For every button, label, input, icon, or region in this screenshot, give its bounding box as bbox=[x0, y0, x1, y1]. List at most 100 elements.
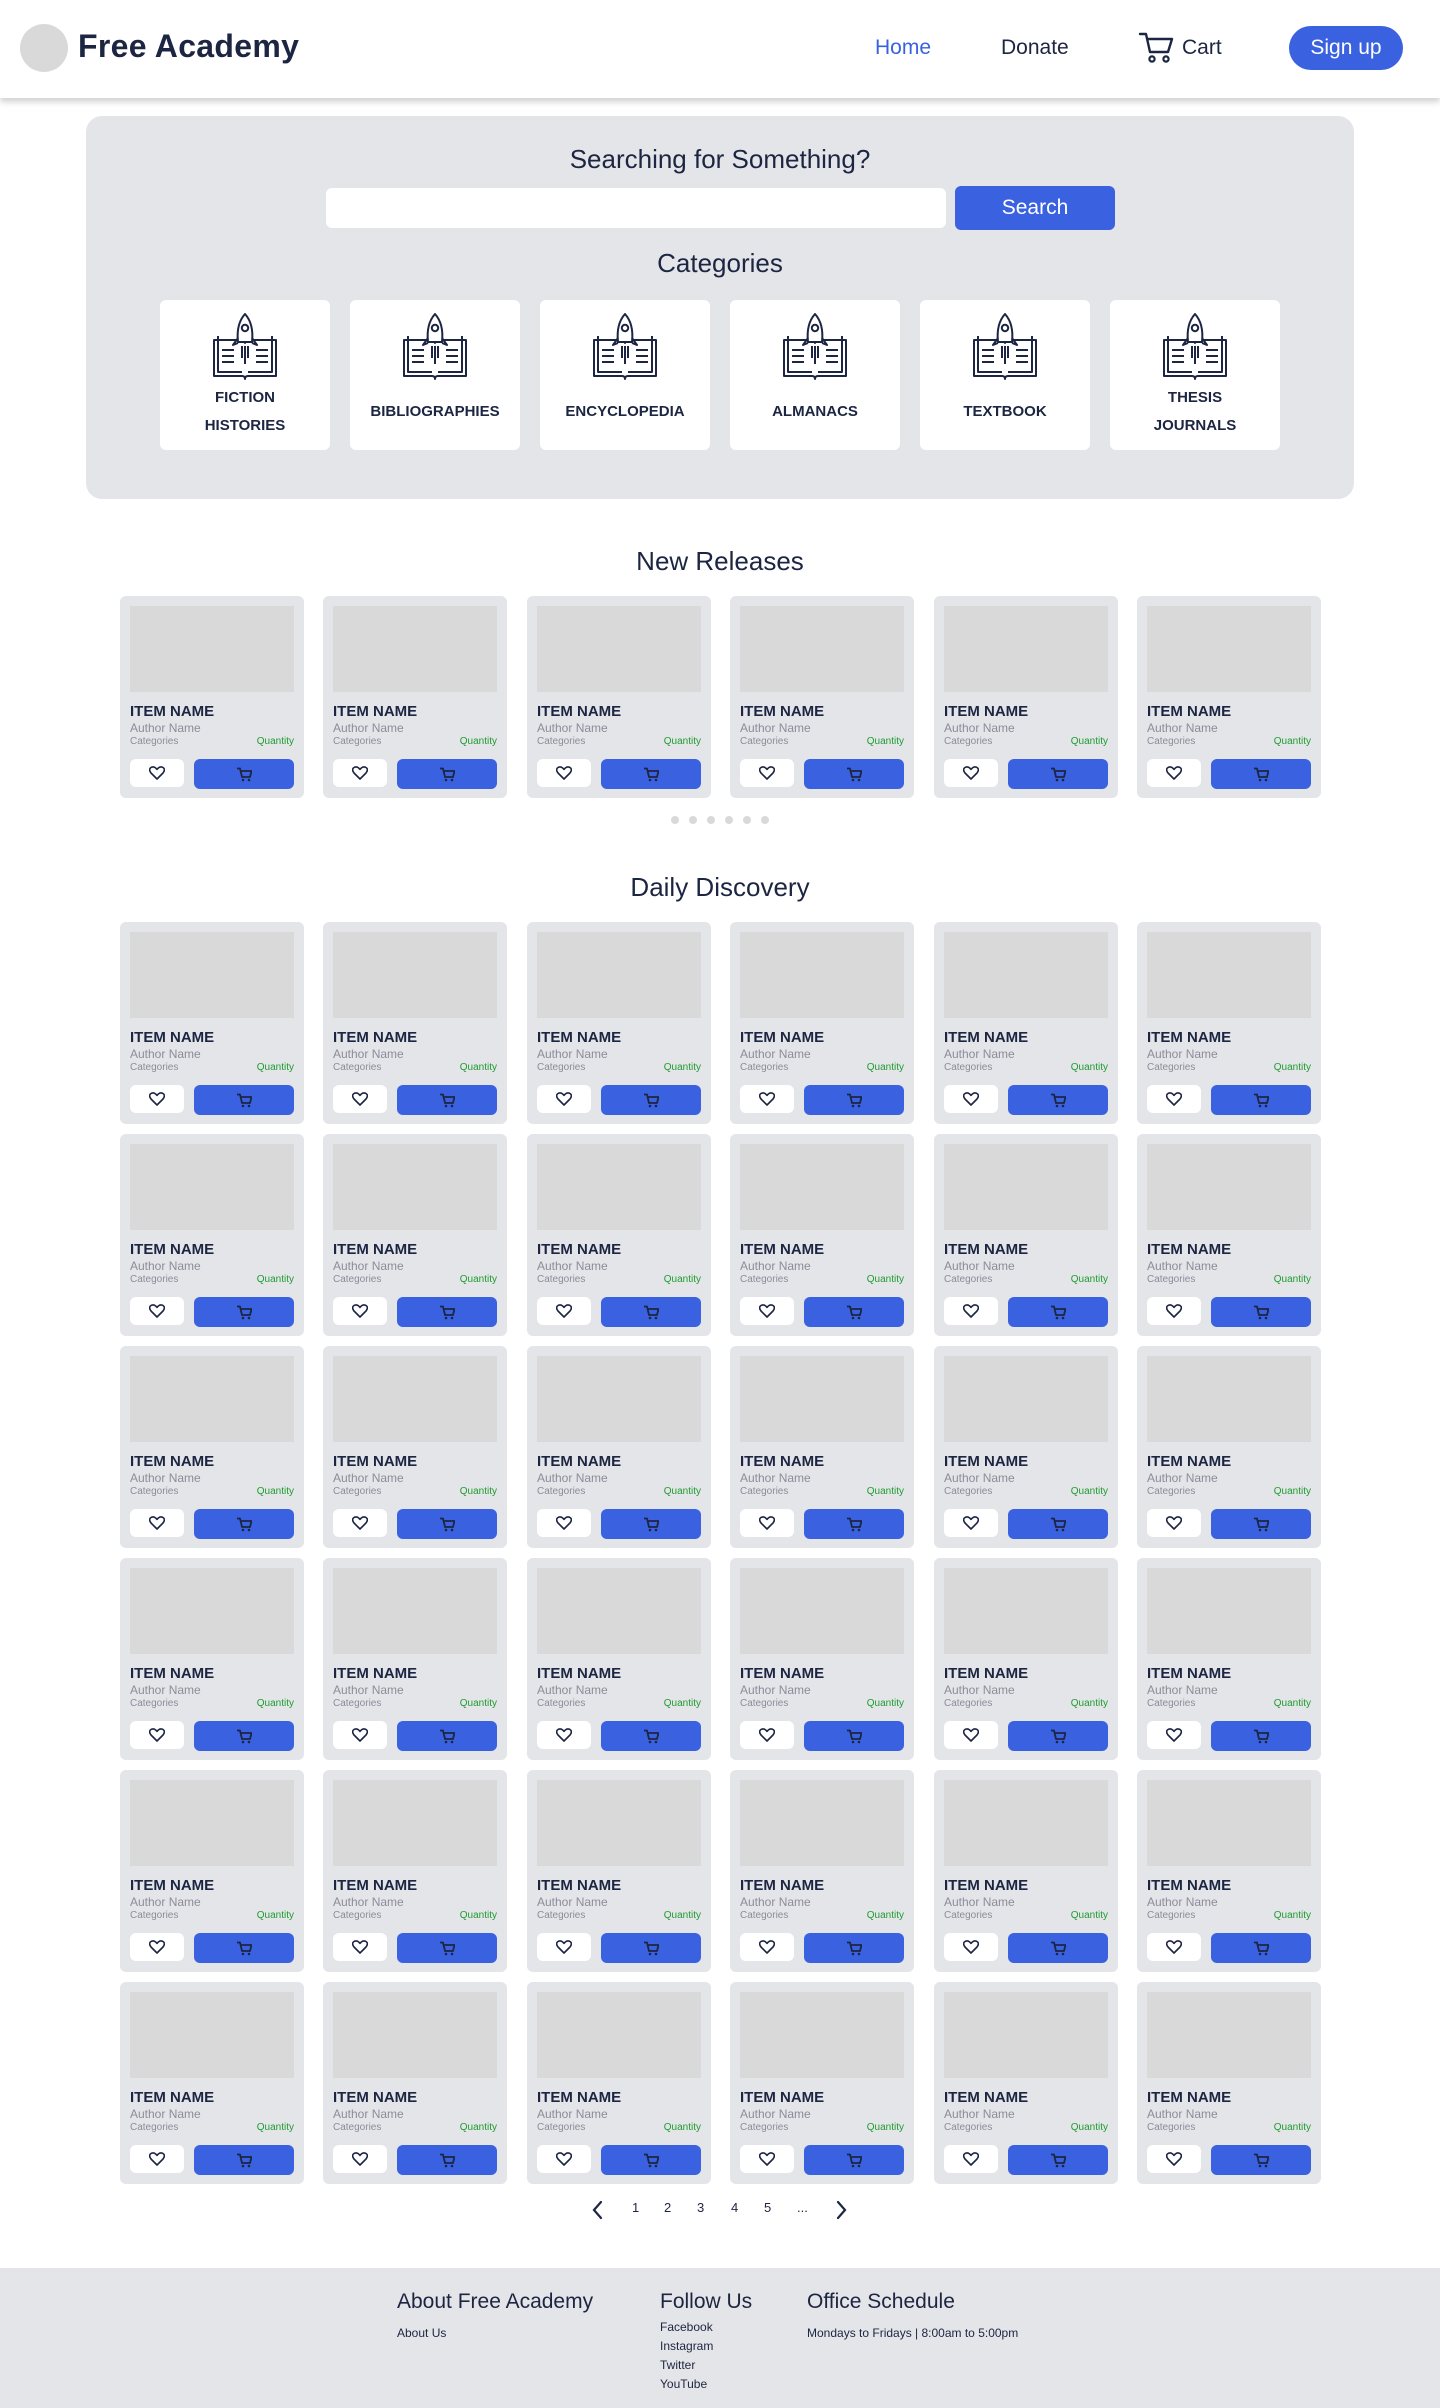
favorite-button[interactable] bbox=[537, 1509, 591, 1537]
product-card[interactable]: ITEM NAME Author Name Categories Quantity bbox=[934, 1770, 1118, 1972]
product-card[interactable]: ITEM NAME Author Name Categories Quantity bbox=[120, 1346, 304, 1548]
prev-page-icon[interactable] bbox=[588, 2198, 608, 2222]
product-image[interactable] bbox=[333, 1568, 497, 1654]
add-to-cart-button[interactable] bbox=[601, 1297, 701, 1327]
favorite-button[interactable] bbox=[1147, 1509, 1201, 1537]
add-to-cart-button[interactable] bbox=[194, 1085, 294, 1115]
favorite-button[interactable] bbox=[333, 2145, 387, 2173]
product-image[interactable] bbox=[944, 606, 1108, 692]
signup-button[interactable]: Sign up bbox=[1289, 26, 1403, 70]
product-image[interactable] bbox=[130, 1144, 294, 1230]
product-card[interactable]: ITEM NAME Author Name Categories Quantity bbox=[934, 1134, 1118, 1336]
add-to-cart-button[interactable] bbox=[804, 1509, 904, 1539]
product-card[interactable]: ITEM NAME Author Name Categories Quantity bbox=[120, 1982, 304, 2184]
add-to-cart-button[interactable] bbox=[397, 1085, 497, 1115]
product-image[interactable] bbox=[130, 606, 294, 692]
favorite-button[interactable] bbox=[944, 759, 998, 787]
favorite-button[interactable] bbox=[740, 759, 794, 787]
product-card[interactable]: ITEM NAME Author Name Categories Quantity bbox=[934, 1982, 1118, 2184]
product-card[interactable]: ITEM NAME Author Name Categories Quantity bbox=[120, 596, 304, 798]
page-link[interactable]: 4 bbox=[731, 2200, 738, 2215]
product-card[interactable]: ITEM NAME Author Name Categories Quantity bbox=[120, 1558, 304, 1760]
product-image[interactable] bbox=[130, 1356, 294, 1442]
add-to-cart-button[interactable] bbox=[1211, 759, 1311, 789]
add-to-cart-button[interactable] bbox=[194, 759, 294, 789]
product-card[interactable]: ITEM NAME Author Name Categories Quantity bbox=[730, 1558, 914, 1760]
search-input[interactable] bbox=[326, 188, 946, 228]
favorite-button[interactable] bbox=[130, 1509, 184, 1537]
product-image[interactable] bbox=[944, 1144, 1108, 1230]
page-link[interactable]: 1 bbox=[632, 2200, 639, 2215]
category-card[interactable]: BIBLIOGRAPHIES bbox=[350, 300, 520, 450]
favorite-button[interactable] bbox=[333, 1933, 387, 1961]
product-card[interactable]: ITEM NAME Author Name Categories Quantity bbox=[527, 922, 711, 1124]
product-image[interactable] bbox=[1147, 1144, 1311, 1230]
product-image[interactable] bbox=[537, 1568, 701, 1654]
product-image[interactable] bbox=[1147, 932, 1311, 1018]
favorite-button[interactable] bbox=[333, 1721, 387, 1749]
product-image[interactable] bbox=[944, 1780, 1108, 1866]
product-image[interactable] bbox=[333, 1356, 497, 1442]
favorite-button[interactable] bbox=[333, 759, 387, 787]
carousel-dot[interactable] bbox=[761, 816, 769, 824]
favorite-button[interactable] bbox=[1147, 1085, 1201, 1113]
add-to-cart-button[interactable] bbox=[804, 1297, 904, 1327]
add-to-cart-button[interactable] bbox=[397, 759, 497, 789]
add-to-cart-button[interactable] bbox=[1211, 1509, 1311, 1539]
footer-instagram-link[interactable]: Instagram bbox=[660, 2339, 713, 2353]
favorite-button[interactable] bbox=[944, 1721, 998, 1749]
product-card[interactable]: ITEM NAME Author Name Categories Quantity bbox=[527, 1134, 711, 1336]
add-to-cart-button[interactable] bbox=[804, 1085, 904, 1115]
category-card[interactable]: ALMANACS bbox=[730, 300, 900, 450]
favorite-button[interactable] bbox=[1147, 2145, 1201, 2173]
favorite-button[interactable] bbox=[944, 1509, 998, 1537]
product-image[interactable] bbox=[130, 1992, 294, 2078]
favorite-button[interactable] bbox=[537, 1085, 591, 1113]
add-to-cart-button[interactable] bbox=[1008, 2145, 1108, 2175]
add-to-cart-button[interactable] bbox=[1008, 1509, 1108, 1539]
product-image[interactable] bbox=[944, 932, 1108, 1018]
carousel-dot[interactable] bbox=[689, 816, 697, 824]
product-image[interactable] bbox=[537, 932, 701, 1018]
product-image[interactable] bbox=[740, 1144, 904, 1230]
product-image[interactable] bbox=[130, 1780, 294, 1866]
product-image[interactable] bbox=[333, 1780, 497, 1866]
favorite-button[interactable] bbox=[944, 1933, 998, 1961]
next-page-icon[interactable] bbox=[831, 2198, 851, 2222]
product-card[interactable]: ITEM NAME Author Name Categories Quantity bbox=[527, 1982, 711, 2184]
add-to-cart-button[interactable] bbox=[601, 1085, 701, 1115]
add-to-cart-button[interactable] bbox=[601, 1509, 701, 1539]
product-card[interactable]: ITEM NAME Author Name Categories Quantity bbox=[527, 596, 711, 798]
product-card[interactable]: ITEM NAME Author Name Categories Quantity bbox=[730, 922, 914, 1124]
cart-icon[interactable] bbox=[1138, 30, 1174, 64]
product-card[interactable]: ITEM NAME Author Name Categories Quantity bbox=[1137, 1982, 1321, 2184]
product-image[interactable] bbox=[944, 1356, 1108, 1442]
product-image[interactable] bbox=[537, 1780, 701, 1866]
product-image[interactable] bbox=[1147, 1568, 1311, 1654]
add-to-cart-button[interactable] bbox=[1008, 1933, 1108, 1963]
product-card[interactable]: ITEM NAME Author Name Categories Quantity bbox=[1137, 1134, 1321, 1336]
product-image[interactable] bbox=[740, 1356, 904, 1442]
product-card[interactable]: ITEM NAME Author Name Categories Quantity bbox=[323, 1134, 507, 1336]
product-card[interactable]: ITEM NAME Author Name Categories Quantity bbox=[1137, 1770, 1321, 1972]
favorite-button[interactable] bbox=[130, 1085, 184, 1113]
add-to-cart-button[interactable] bbox=[1008, 1085, 1108, 1115]
product-image[interactable] bbox=[537, 1992, 701, 2078]
product-card[interactable]: ITEM NAME Author Name Categories Quantity bbox=[527, 1346, 711, 1548]
favorite-button[interactable] bbox=[740, 1509, 794, 1537]
favorite-button[interactable] bbox=[944, 1085, 998, 1113]
page-link[interactable]: 5 bbox=[764, 2200, 771, 2215]
favorite-button[interactable] bbox=[1147, 1721, 1201, 1749]
favorite-button[interactable] bbox=[130, 1933, 184, 1961]
product-image[interactable] bbox=[740, 1780, 904, 1866]
add-to-cart-button[interactable] bbox=[1008, 759, 1108, 789]
favorite-button[interactable] bbox=[130, 1721, 184, 1749]
product-image[interactable] bbox=[740, 932, 904, 1018]
favorite-button[interactable] bbox=[944, 1297, 998, 1325]
favorite-button[interactable] bbox=[537, 1297, 591, 1325]
product-card[interactable]: ITEM NAME Author Name Categories Quantity bbox=[730, 596, 914, 798]
favorite-button[interactable] bbox=[130, 759, 184, 787]
favorite-button[interactable] bbox=[130, 1297, 184, 1325]
product-image[interactable] bbox=[1147, 606, 1311, 692]
add-to-cart-button[interactable] bbox=[804, 1933, 904, 1963]
